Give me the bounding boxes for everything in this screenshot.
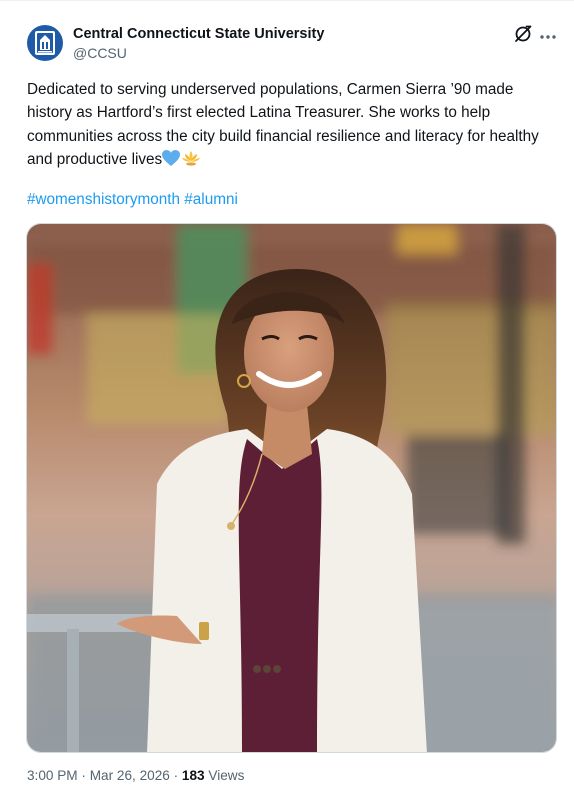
grok-icon <box>513 24 533 49</box>
blue-heart-icon <box>162 149 181 174</box>
post-meta: 3:00 PM · Mar 26, 2026 · 183 Views <box>27 768 244 783</box>
more-options-button[interactable] <box>536 25 560 47</box>
account-handle[interactable]: @CCSU <box>73 45 127 61</box>
hashtag-line: #womenshistorymonth #alumni <box>27 188 238 211</box>
post-text: Dedicated to serving underserved populat… <box>27 78 557 174</box>
views-label: Views <box>208 768 245 783</box>
lotus-icon <box>180 149 202 174</box>
post-card[interactable]: Central Connecticut State University @CC… <box>0 0 574 799</box>
hashtag-womenshistorymonth[interactable]: #womenshistorymonth <box>27 191 180 208</box>
hashtag-alumni[interactable]: #alumni <box>184 191 238 208</box>
meta-separator: · <box>173 768 179 783</box>
account-avatar[interactable] <box>27 25 63 61</box>
post-time[interactable]: 3:00 PM <box>27 768 78 783</box>
post-body: Dedicated to serving underserved populat… <box>27 81 539 168</box>
post-date[interactable]: Mar 26, 2026 <box>90 768 170 783</box>
account-name[interactable]: Central Connecticut State University <box>73 26 324 42</box>
meta-separator: · <box>81 768 86 783</box>
portrait-image <box>27 224 556 752</box>
post-photo[interactable] <box>26 223 557 753</box>
ccsu-seal-icon <box>34 30 56 56</box>
grok-button[interactable] <box>512 25 534 47</box>
more-icon <box>539 27 557 45</box>
views-count: 183 <box>181 768 205 783</box>
